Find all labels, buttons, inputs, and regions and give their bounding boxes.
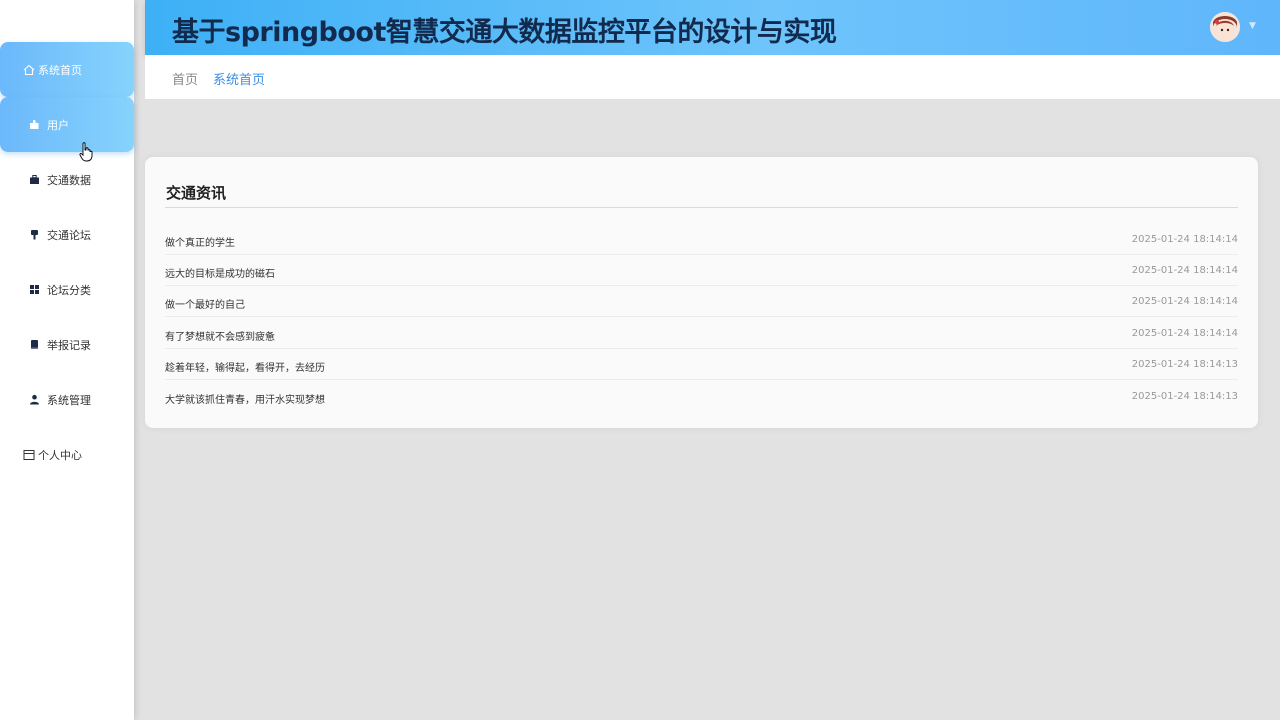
news-list-item[interactable]: 大学就该抓住青春，用汗水实现梦想 2025-01-24 18:14:13: [165, 381, 1238, 412]
sidebar-item-system-management[interactable]: 系统管理: [0, 372, 134, 427]
hand-cursor-icon: [79, 142, 93, 166]
news-title: 有了梦想就不会感到疲惫: [165, 332, 275, 343]
window-icon: [22, 448, 36, 462]
news-date: 2025-01-24 18:14:13: [1131, 359, 1238, 370]
news-title: 做一个最好的自己: [165, 300, 245, 311]
news-date: 2025-01-24 18:14:14: [1131, 296, 1238, 307]
news-title: 做个真正的学生: [165, 238, 235, 249]
news-date: 2025-01-24 18:14:13: [1131, 391, 1238, 402]
page-title: 基于springboot智慧交通大数据监控平台的设计与实现: [172, 17, 837, 48]
news-date: 2025-01-24 18:14:14: [1131, 328, 1238, 339]
news-list-item[interactable]: 做个真正的学生 2025-01-24 18:14:14: [165, 224, 1238, 255]
sidebar-item-label: 用户: [47, 118, 69, 132]
sidebar-item-label: 个人中心: [38, 448, 82, 462]
news-title: 大学就该抓住青春，用汗水实现梦想: [165, 395, 325, 406]
news-list-item[interactable]: 有了梦想就不会感到疲惫 2025-01-24 18:14:14: [165, 318, 1238, 349]
news-list-item[interactable]: 做一个最好的自己 2025-01-24 18:14:14: [165, 286, 1238, 317]
breadcrumb-home[interactable]: 首页: [172, 69, 198, 88]
breadcrumb-current: 系统首页: [213, 73, 266, 88]
news-list-item[interactable]: 远大的目标是成功的磁石 2025-01-24 18:14:14: [165, 255, 1238, 286]
sidebar-item-traffic-data[interactable]: 交通数据: [0, 152, 134, 207]
divider: [165, 207, 1238, 208]
sidebar-item-label: 系统管理: [47, 393, 91, 407]
brush-icon: [27, 228, 41, 242]
home-icon: [22, 63, 36, 77]
sidebar-item-report-records[interactable]: 举报记录: [0, 317, 134, 372]
news-date: 2025-01-24 18:14:14: [1131, 265, 1238, 276]
news-card: 交通资讯 做个真正的学生 2025-01-24 18:14:14 远大的目标是成…: [145, 157, 1258, 428]
sidebar-item-personal-center[interactable]: 个人中心: [0, 427, 134, 482]
news-title: 远大的目标是成功的磁石: [165, 269, 275, 280]
sidebar-item-forum-category[interactable]: 论坛分类: [0, 262, 134, 317]
puzzle-icon: [27, 118, 41, 132]
book-icon: [27, 338, 41, 352]
sidebar-item-label: 交通数据: [47, 173, 91, 187]
top-header: 基于springboot智慧交通大数据监控平台的设计与实现 ▼: [145, 0, 1280, 55]
grid-icon: [27, 283, 41, 297]
news-title: 趁着年轻，输得起，看得开，去经历: [165, 363, 325, 374]
sidebar-item-label: 论坛分类: [47, 283, 91, 297]
sidebar-item-traffic-forum[interactable]: 交通论坛: [0, 207, 134, 262]
sidebar-item-users[interactable]: 用户: [0, 97, 134, 152]
sidebar-item-label: 系统首页: [38, 63, 82, 77]
sidebar: 系统首页 用户 交通数据 交通论坛 论坛分类 举报记录 系统管理 个人中心: [0, 0, 134, 720]
briefcase-icon: [27, 173, 41, 187]
avatar[interactable]: [1210, 12, 1240, 42]
news-card-title: 交通资讯: [166, 184, 227, 202]
news-date: 2025-01-24 18:14:14: [1131, 234, 1238, 245]
breadcrumb: 首页 系统首页: [145, 55, 1280, 99]
sidebar-item-home[interactable]: 系统首页: [0, 42, 134, 97]
chevron-down-icon[interactable]: ▼: [1249, 21, 1256, 31]
news-list-item[interactable]: 趁着年轻，输得起，看得开，去经历 2025-01-24 18:14:13: [165, 349, 1238, 380]
sidebar-item-label: 举报记录: [47, 338, 91, 352]
sidebar-item-label: 交通论坛: [47, 228, 91, 242]
user-icon: [27, 393, 41, 407]
